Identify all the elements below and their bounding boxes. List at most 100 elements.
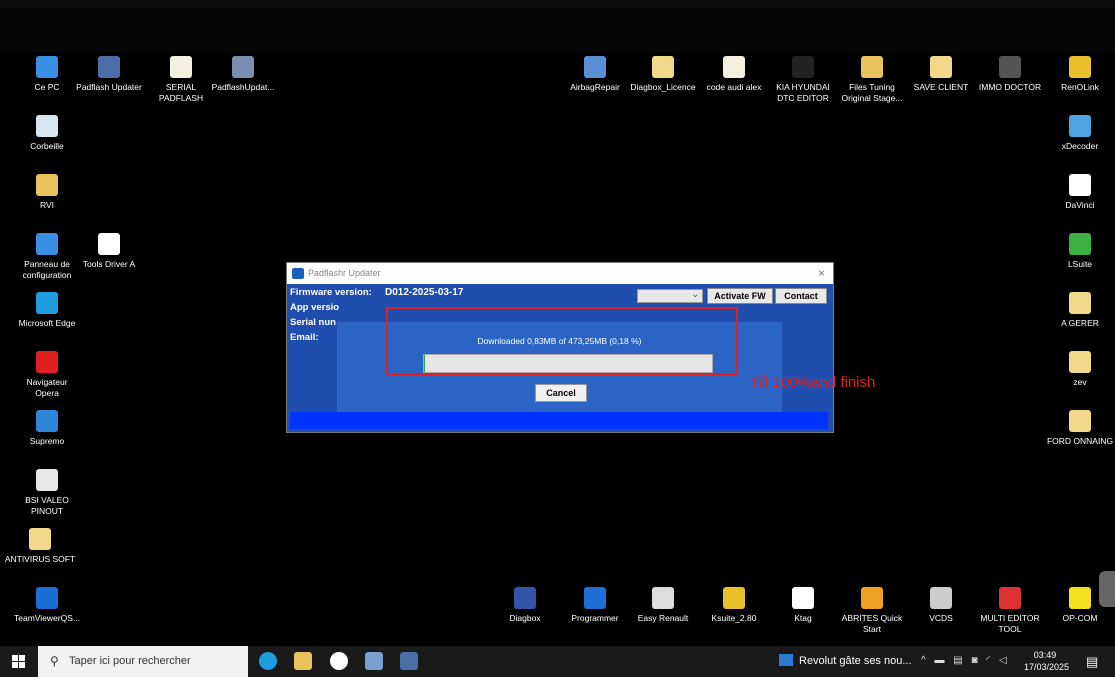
edge-taskbar-icon[interactable] bbox=[259, 652, 277, 670]
desktop-icon-label: BSI VALEO PINOUT bbox=[25, 495, 69, 516]
desktop-icon[interactable]: IMMO DOCTOR bbox=[972, 56, 1048, 93]
desktop-icon[interactable]: SAVE CLIENT bbox=[903, 56, 979, 93]
status-strip bbox=[290, 412, 828, 429]
top-border bbox=[0, 0, 1115, 8]
desktop-icon-label: OP-COM bbox=[1062, 613, 1098, 623]
desktop-icon[interactable]: TeamViewerQS... bbox=[9, 587, 85, 624]
desktop-icon[interactable]: LSuite bbox=[1042, 233, 1115, 270]
desktop-icon-label: Microsoft Edge bbox=[18, 318, 76, 328]
desktop-icon-label: AirbagRepair bbox=[570, 82, 620, 92]
ktag-icon bbox=[792, 587, 814, 609]
desktop-icon[interactable]: ANTIVIRUS SOFT bbox=[2, 528, 78, 565]
desktop-icon[interactable]: Diagbox_Licence bbox=[625, 56, 701, 93]
desktop-icon[interactable]: Diagbox bbox=[487, 587, 563, 624]
desktop-icon[interactable]: Microsoft Edge bbox=[9, 292, 85, 329]
control-panel-icon bbox=[36, 233, 58, 255]
desktop-icon[interactable]: Ktag bbox=[765, 587, 841, 624]
search-icon: ⚲ bbox=[50, 654, 59, 668]
desktop-icon-label: DaVinci bbox=[1065, 200, 1095, 210]
folder-doc-icon bbox=[1069, 292, 1091, 314]
desktop-icon[interactable]: code audi alex bbox=[696, 56, 772, 93]
news-widget[interactable]: Revolut gâte ses nou... bbox=[779, 654, 912, 667]
desktop-icon[interactable]: AirbagRepair bbox=[557, 56, 633, 93]
diagbox-icon bbox=[514, 587, 536, 609]
app-icon bbox=[292, 268, 304, 279]
desktop-icon[interactable]: VCDS bbox=[903, 587, 979, 624]
app-icon bbox=[792, 56, 814, 78]
multi-editor-icon bbox=[999, 587, 1021, 609]
desktop-icon-label: ABRITES Quick Start bbox=[841, 613, 903, 634]
desktop-icon[interactable]: Padflash Updater bbox=[71, 56, 147, 93]
desktop-icon-label: Corbeille bbox=[30, 141, 64, 151]
taskbar-clock[interactable]: 03:49 17/03/2025 bbox=[1024, 649, 1070, 673]
desktop-top-band bbox=[0, 8, 1115, 52]
app-version-label: App versio bbox=[290, 302, 340, 313]
padflash-icon bbox=[98, 56, 120, 78]
chip-icon bbox=[999, 56, 1021, 78]
desktop-icon[interactable]: Navigateur Opera bbox=[9, 351, 85, 399]
desktop-icon-label: code audi alex bbox=[706, 82, 762, 92]
computer-icon bbox=[36, 56, 58, 78]
dialog-titlebar[interactable]: Padflashr Updater × bbox=[287, 263, 833, 284]
serial-number-label: Serial nun bbox=[290, 317, 336, 328]
activate-fw-button[interactable]: Activate FW bbox=[707, 288, 773, 304]
contact-button[interactable]: Contact bbox=[775, 288, 827, 304]
abrites-icon bbox=[861, 587, 883, 609]
side-panel-tab[interactable] bbox=[1099, 571, 1115, 607]
xdecoder-icon bbox=[1069, 115, 1091, 137]
renolink-icon bbox=[1069, 56, 1091, 78]
cancel-button[interactable]: Cancel bbox=[535, 384, 587, 402]
folder-doc-icon bbox=[29, 528, 51, 550]
desktop-icon-label: Easy Renault bbox=[637, 613, 689, 623]
padflash-taskbar-icon[interactable] bbox=[400, 652, 418, 670]
desktop-icon-label: FORD ONNAING bbox=[1046, 436, 1114, 446]
taskbar-search[interactable]: ⚲ Taper ici pour rechercher bbox=[38, 646, 248, 677]
annotation-highlight-box bbox=[386, 307, 738, 375]
clock-time: 03:49 bbox=[1033, 650, 1057, 660]
edge-icon bbox=[36, 292, 58, 314]
easy-renault-icon bbox=[652, 587, 674, 609]
desktop-icon-label: Navigateur Opera bbox=[26, 377, 68, 398]
desktop-icon-label: Diagbox bbox=[509, 613, 541, 623]
opera-icon bbox=[36, 351, 58, 373]
desktop-icon[interactable]: Tools Driver A bbox=[71, 233, 147, 270]
desktop-icon[interactable]: xDecoder bbox=[1042, 115, 1115, 152]
desktop-icon[interactable]: FORD ONNAING bbox=[1042, 410, 1115, 447]
app-taskbar-icon[interactable] bbox=[365, 652, 383, 670]
desktop-icon[interactable]: zev bbox=[1042, 351, 1115, 388]
windows-start-icon[interactable] bbox=[12, 655, 25, 668]
desktop-icon[interactable]: PadflashUpdat... bbox=[205, 56, 281, 93]
desktop-icon-label: PadflashUpdat... bbox=[211, 82, 275, 92]
system-tray[interactable]: ^ ▬ ▤ ◙ ◜ ◁ bbox=[921, 655, 1010, 666]
desktop-icon[interactable]: DaVinci bbox=[1042, 174, 1115, 211]
clock-date: 17/03/2025 bbox=[1024, 662, 1070, 672]
annotation-text: Till 100%and finish bbox=[750, 374, 876, 391]
desktop-icon[interactable]: KIA HYUNDAI DTC EDITOR bbox=[765, 56, 841, 104]
document-icon bbox=[170, 56, 192, 78]
dialog-title: Padflashr Updater bbox=[308, 268, 381, 278]
desktop-icon[interactable]: A GERER bbox=[1042, 292, 1115, 329]
desktop-icon[interactable]: MULTI EDITOR TOOL bbox=[972, 587, 1048, 635]
desktop-icon[interactable]: Files Tuning Original Stage... bbox=[834, 56, 910, 104]
desktop-icon-label: Diagbox_Licence bbox=[630, 82, 696, 92]
desktop-icon[interactable]: RenOLink bbox=[1042, 56, 1115, 93]
notification-icon[interactable]: ▤ bbox=[1086, 654, 1098, 670]
desktop-icon[interactable]: BSI VALEO PINOUT bbox=[9, 469, 85, 517]
desktop-icon-label: IMMO DOCTOR bbox=[978, 82, 1042, 92]
desktop-icon[interactable]: Programmer bbox=[557, 587, 633, 624]
desktop-icon[interactable]: RVI bbox=[9, 174, 85, 211]
teamviewer-taskbar-icon[interactable] bbox=[330, 652, 348, 670]
firmware-select[interactable]: ⌄ bbox=[637, 289, 703, 303]
taskbar: ⚲ Taper ici pour rechercher Revolut gâte… bbox=[0, 646, 1115, 677]
close-icon[interactable]: × bbox=[818, 266, 825, 280]
desktop-icon[interactable]: Ksuite_2.80 bbox=[696, 587, 772, 624]
desktop-icon[interactable]: Supremo bbox=[9, 410, 85, 447]
teamviewer-icon bbox=[36, 587, 58, 609]
desktop-icon-label: VCDS bbox=[929, 613, 953, 623]
desktop-icon[interactable]: Corbeille bbox=[9, 115, 85, 152]
file-explorer-icon[interactable] bbox=[294, 652, 312, 670]
desktop-icon-label: MULTI EDITOR TOOL bbox=[980, 613, 1040, 634]
desktop-icon[interactable]: Easy Renault bbox=[625, 587, 701, 624]
desktop-icon-label: TeamViewerQS... bbox=[14, 613, 80, 623]
desktop-icon[interactable]: ABRITES Quick Start bbox=[834, 587, 910, 635]
